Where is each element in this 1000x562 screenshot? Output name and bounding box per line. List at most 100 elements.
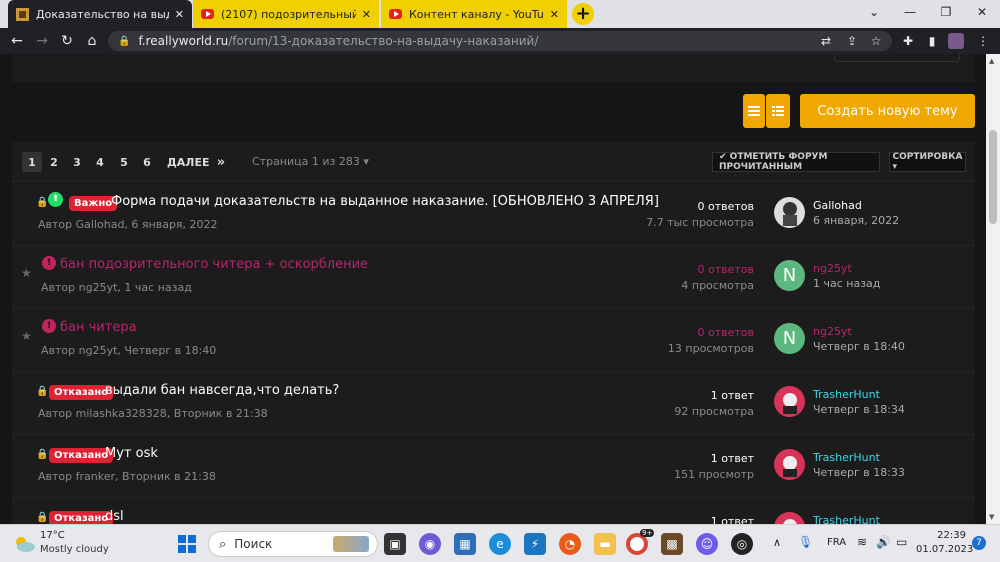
avatar[interactable] xyxy=(774,449,805,480)
page-status[interactable]: Страница 1 из 283 ▾ xyxy=(252,155,369,168)
taskbar-search[interactable]: ⌕ Поиск xyxy=(208,531,378,557)
view-count: 7.7 тыс просмотра xyxy=(646,216,754,229)
close-window-icon[interactable]: ✕ xyxy=(964,0,1000,24)
tab-close-icon[interactable]: ✕ xyxy=(362,8,371,21)
extensions-icon[interactable]: ✚ xyxy=(900,33,916,49)
minecraft-icon[interactable]: ▩ xyxy=(661,533,683,555)
steam-icon[interactable]: ◎ xyxy=(731,533,753,555)
notification-count[interactable]: 7 xyxy=(972,536,986,550)
last-poster[interactable]: ng25yt xyxy=(813,325,852,338)
scroll-down-icon[interactable]: ▼ xyxy=(989,513,994,521)
translate-icon[interactable]: ⇄ xyxy=(818,33,834,49)
scroll-up-icon[interactable]: ▲ xyxy=(989,57,994,65)
share-icon[interactable]: ⇪ xyxy=(844,33,860,49)
tab-search-icon[interactable]: ⌄ xyxy=(856,0,892,24)
page-link[interactable]: 4 xyxy=(90,152,110,172)
avatar[interactable] xyxy=(774,512,805,524)
last-post-date[interactable]: Четверг в 18:34 xyxy=(813,403,905,416)
restore-icon[interactable]: ❐ xyxy=(928,0,964,24)
file-explorer-icon[interactable]: ▬ xyxy=(594,533,616,555)
sort-button[interactable]: СОРТИРОВКА ▾ xyxy=(889,152,966,172)
weather-temp[interactable]: 17°C xyxy=(40,530,65,541)
sidepanel-icon[interactable]: ▮ xyxy=(924,33,940,49)
menu-icon[interactable]: ⋮ xyxy=(975,33,991,49)
last-post-date[interactable]: 1 час назад xyxy=(813,277,880,290)
topic-title[interactable]: Форма подачи доказательств на выданное н… xyxy=(111,194,659,209)
last-post-date[interactable]: 6 января, 2022 xyxy=(813,214,899,227)
page-link[interactable]: 5 xyxy=(114,152,134,172)
page-link[interactable]: 3 xyxy=(67,152,87,172)
next-page-link[interactable]: ДАЛЕЕ xyxy=(167,152,209,172)
edge-icon[interactable]: e xyxy=(489,533,511,555)
battery-icon[interactable]: ▭ xyxy=(896,535,907,549)
forward-icon[interactable]: → xyxy=(32,31,52,51)
topic-title[interactable]: бан читера xyxy=(60,320,137,335)
avatar[interactable] xyxy=(774,386,805,417)
mark-forum-read-button[interactable]: ✔ ОТМЕТИТЬ ФОРУМ ПРОЧИТАННЫМ xyxy=(712,152,880,172)
page-link[interactable]: 1 xyxy=(22,152,42,172)
create-topic-button[interactable]: Создать новую тему xyxy=(800,94,975,128)
new-tab-button[interactable]: + xyxy=(572,3,594,25)
home-icon[interactable]: ⌂ xyxy=(82,31,102,51)
bookmark-star-icon[interactable]: ☆ xyxy=(868,33,884,49)
wifi-icon[interactable]: ≋ xyxy=(857,535,867,549)
topic-row[interactable]: 🔒 Отказано выдали бан навсегда,что делат… xyxy=(12,372,975,435)
page-link[interactable]: 2 xyxy=(44,152,64,172)
avatar[interactable]: N xyxy=(774,323,805,354)
scrollbar-thumb[interactable] xyxy=(989,130,997,224)
chat-icon[interactable]: ◉ xyxy=(419,533,441,555)
last-poster[interactable]: ng25yt xyxy=(813,262,852,275)
topic-row[interactable]: 🔒 Отказано dsl 1 ответ TrasherHunt xyxy=(12,498,975,524)
topic-title[interactable]: бан подозрительного читера + оскорбление xyxy=(60,257,368,272)
tab-youtube-studio[interactable]: Контент каналу - YouTube Studio ✕ xyxy=(381,0,567,28)
back-icon[interactable]: ← xyxy=(7,31,27,51)
last-poster[interactable]: Gallohad xyxy=(813,199,862,212)
topic-row[interactable]: 🔒 ⬆ Важно Форма подачи доказательств на … xyxy=(12,183,975,246)
list-view-button[interactable] xyxy=(743,94,765,128)
search-highlight-icon xyxy=(333,536,369,552)
clock-time[interactable]: 22:39 xyxy=(922,530,966,541)
app-icon[interactable]: ⚡ xyxy=(524,533,546,555)
unread-star-icon[interactable]: ★ xyxy=(21,266,32,280)
last-post-date[interactable]: Четверг в 18:40 xyxy=(813,340,905,353)
tab-close-icon[interactable]: ✕ xyxy=(550,8,559,21)
grid-view-button[interactable] xyxy=(766,94,790,128)
tab-close-icon[interactable]: ✕ xyxy=(175,8,184,21)
tab-youtube[interactable]: (2107) подозрительный читер ✕ xyxy=(193,0,379,28)
avatar[interactable]: N xyxy=(774,260,805,291)
volume-icon[interactable]: 🔊 xyxy=(876,535,891,549)
minimize-icon[interactable]: — xyxy=(892,0,928,24)
last-poster[interactable]: TrasherHunt xyxy=(813,451,880,464)
last-poster[interactable]: TrasherHunt xyxy=(813,514,880,524)
reload-icon[interactable]: ↻ xyxy=(57,31,77,51)
store-icon[interactable]: ▦ xyxy=(454,533,476,555)
topic-title[interactable]: Мут osk xyxy=(105,446,158,461)
last-page-icon[interactable]: » xyxy=(211,152,231,172)
show-hidden-icons[interactable]: ∧ xyxy=(773,536,781,549)
windows-start-icon[interactable] xyxy=(176,533,198,555)
discord-icon[interactable]: ☺ xyxy=(696,533,718,555)
topic-row[interactable]: ★ ! бан читера Автор ng25yt, Четверг в 1… xyxy=(12,309,975,372)
topic-row[interactable]: 🔒 Отказано Мут osk Автор franker, Вторни… xyxy=(12,435,975,498)
reply-count: 1 ответ xyxy=(710,515,754,524)
topic-row[interactable]: ★ ! бан подозрительного читера + оскорбл… xyxy=(12,246,975,309)
last-poster[interactable]: TrasherHunt xyxy=(813,388,880,401)
language-indicator[interactable]: FRA xyxy=(827,537,846,548)
unread-star-icon[interactable]: ★ xyxy=(21,329,32,343)
weather-desc[interactable]: Mostly cloudy xyxy=(40,544,109,555)
weather-icon[interactable] xyxy=(12,534,36,554)
page-link[interactable]: 6 xyxy=(137,152,157,172)
topic-title[interactable]: выдали бан навсегда,что делать? xyxy=(105,383,339,398)
firefox-icon[interactable]: ◔ xyxy=(559,533,581,555)
clock-date[interactable]: 01.07.2023 xyxy=(916,544,973,555)
task-view-icon[interactable]: ▣ xyxy=(384,533,406,555)
address-bar[interactable]: 🔒 f.reallyworld.ru/forum/13-доказательст… xyxy=(108,31,892,51)
page-scrollbar[interactable]: ▲ ▼ xyxy=(986,54,1000,524)
topic-title[interactable]: dsl xyxy=(105,509,124,524)
microphone-icon[interactable]: 🎙 xyxy=(798,535,813,549)
profile-avatar[interactable] xyxy=(948,33,964,49)
avatar[interactable] xyxy=(774,197,805,228)
tab-forum[interactable]: Доказательство на выдачу нака ✕ xyxy=(8,0,192,28)
lock-icon: 🔒 xyxy=(36,386,49,397)
last-post-date[interactable]: Четверг в 18:33 xyxy=(813,466,905,479)
